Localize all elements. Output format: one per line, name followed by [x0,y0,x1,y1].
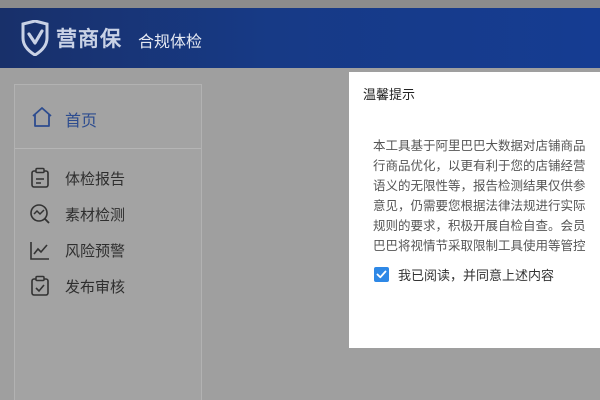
sidebar-item-material[interactable]: 素材检测 [15,199,201,229]
dialog-body: 本工具基于阿里巴巴大数据对店铺商品 行商品优化，以更有利于您的店铺经营 语义的无… [373,136,600,256]
agree-row[interactable]: 我已阅读，并同意上述内容 [374,265,554,284]
sidebar-item-label: 素材检测 [65,206,126,224]
dialog-text-line: 意见，仍需要您根据法律法规进行实际 [373,198,586,213]
dialog-text-line: 本工具基于阿里巴巴大数据对店铺商品 [373,138,586,153]
dialog-text-line: 规则的要求，积极开展自检自查。会员 [373,218,586,233]
header-title[interactable]: 合规体检 [138,28,202,52]
dialog-text-line: 巴巴将视情节采取限制工具使用等管控 [373,238,586,253]
agree-checkbox[interactable] [374,267,389,282]
top-bar [0,0,600,8]
app-header: 营商保 合规体检 [0,8,600,68]
sidebar-item-label: 风险预警 [65,242,126,260]
sidebar-item-publish[interactable]: 发布审核 [15,271,201,301]
dialog-text-line: 语义的无限性等，报告检测结果仅供参 [373,178,586,193]
checklist-icon [31,275,49,296]
sidebar: 首页 体检报告 素材检测 风险预警 发布审核 [14,84,202,400]
agree-label[interactable]: 我已阅读，并同意上述内容 [398,265,554,284]
sidebar-item-risk[interactable]: 风险预警 [15,235,201,265]
dialog-text-line: 行商品优化，以更有利于您的店铺经营 [373,158,586,173]
checkmark-icon [376,270,387,279]
sidebar-item-label: 首页 [65,111,98,130]
logo-text: 营商保 [56,27,122,51]
home-icon [32,107,52,127]
clipboard-icon [31,167,49,188]
logo[interactable]: 营商保 [20,20,122,56]
sidebar-item-home[interactable]: 首页 [15,85,201,149]
dialog-title: 温馨提示 [363,88,416,103]
trend-chart-icon [30,242,49,260]
notice-dialog: 温馨提示 本工具基于阿里巴巴大数据对店铺商品 行商品优化，以更有利于您的店铺经营… [349,72,600,348]
sidebar-item-report[interactable]: 体检报告 [15,163,201,193]
shield-logo-icon [21,20,49,56]
search-chart-icon [30,204,50,224]
sidebar-item-label: 体检报告 [65,170,126,188]
sidebar-item-label: 发布审核 [65,278,126,296]
